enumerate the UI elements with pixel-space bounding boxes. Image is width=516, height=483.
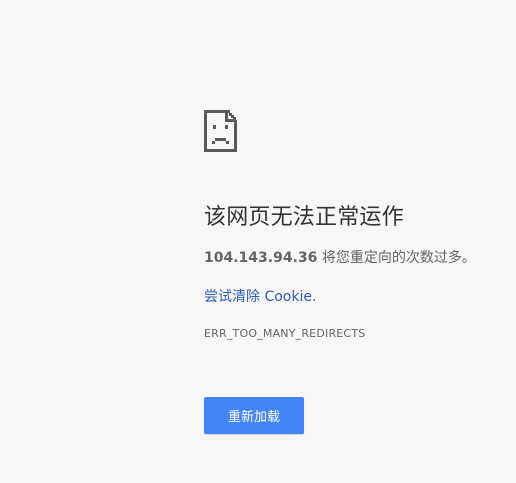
error-page: 该网页无法正常运作 104.143.94.36 将您重定向的次数过多。 尝试清除… xyxy=(0,0,516,483)
clear-cookies-link[interactable]: 尝试清除 Cookie. xyxy=(204,286,316,306)
error-host: 104.143.94.36 xyxy=(204,250,318,266)
error-message: 104.143.94.36 将您重定向的次数过多。 xyxy=(204,247,476,267)
error-title: 该网页无法正常运作 xyxy=(204,205,404,230)
error-code: ERR_TOO_MANY_REDIRECTS xyxy=(204,327,366,340)
error-message-text: 将您重定向的次数过多。 xyxy=(317,250,476,266)
reload-button[interactable]: 重新加载 xyxy=(204,397,304,434)
sad-document-icon xyxy=(204,110,237,152)
